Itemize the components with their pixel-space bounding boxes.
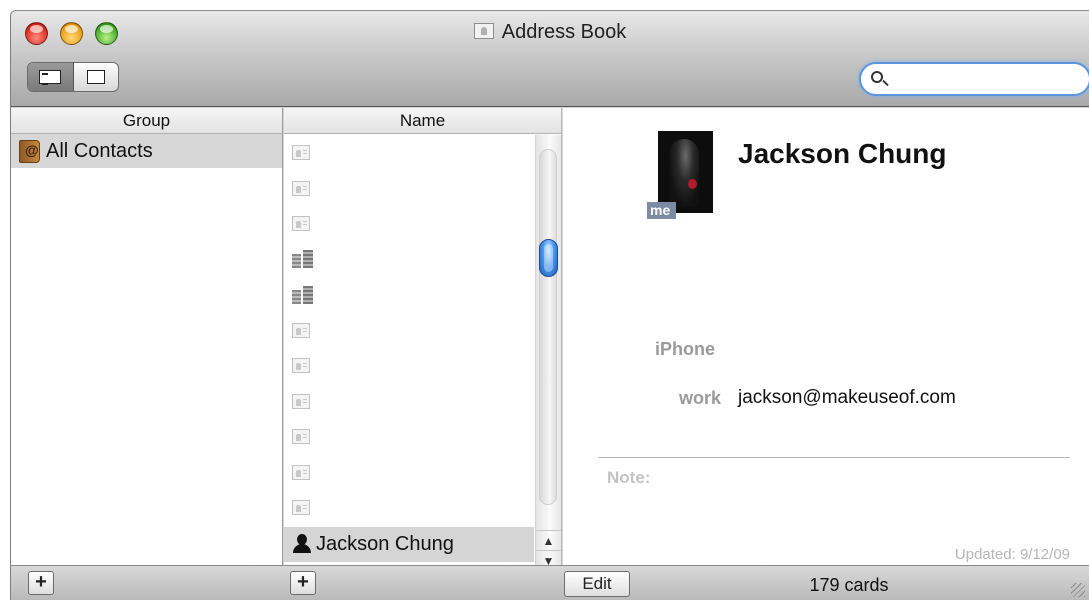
list-item[interactable] [284, 348, 534, 384]
contact-card-icon [292, 322, 310, 338]
contact-photo[interactable] [658, 131, 713, 213]
edit-button[interactable]: Edit [564, 571, 630, 597]
list-item[interactable] [284, 206, 534, 242]
contact-card-icon [292, 180, 310, 196]
email-label[interactable]: work [679, 388, 721, 409]
list-item[interactable] [284, 171, 534, 207]
name-column-header[interactable]: Name [284, 108, 561, 134]
contact-card-pane: me Jackson Chung iPhone work jackson@mak… [563, 108, 1089, 565]
address-book-proxy-icon [473, 23, 494, 39]
search-input[interactable] [891, 67, 1081, 91]
group-item-label: All Contacts [46, 139, 153, 162]
list-item-selected[interactable]: Jackson Chung [284, 526, 534, 562]
updated-timestamp: Updated: 9/12/09 [954, 546, 1070, 563]
list-card-view-button[interactable] [28, 63, 74, 91]
name-list: Jackson Chung [284, 135, 534, 565]
note-divider [598, 457, 1070, 458]
add-contact-button[interactable]: + [290, 571, 316, 595]
note-label[interactable]: Note: [607, 468, 650, 488]
view-mode-segmented-control [27, 62, 119, 92]
bottom-bar: + + Edit 179 cards [11, 565, 1089, 600]
contact-card-icon [292, 500, 310, 516]
contact-card-icon [292, 464, 310, 480]
contact-card-icon [292, 358, 310, 374]
resize-grip-icon[interactable] [1071, 583, 1085, 597]
contact-card-icon [292, 145, 310, 161]
window-title: Address Book [501, 21, 627, 43]
card-count: 179 cards [809, 575, 889, 595]
company-building-icon [292, 250, 314, 269]
window-title-wrap: Address Book [11, 21, 1089, 44]
add-group-button[interactable]: + [28, 571, 54, 595]
phone-label[interactable]: iPhone [655, 339, 715, 360]
name-column: Name Jackson Chung ▲ ▼ [284, 108, 562, 568]
address-book-icon [19, 139, 40, 163]
company-building-icon [292, 285, 314, 304]
contact-card-icon [292, 429, 310, 445]
selected-contact-name: Jackson Chung [316, 532, 454, 555]
card-only-view-button[interactable] [74, 63, 119, 91]
contact-card-icon [292, 393, 310, 409]
search-icon [871, 71, 883, 83]
person-silhouette-icon [292, 534, 312, 554]
title-bar: Address Book [11, 11, 1089, 107]
contact-photo-accent [688, 179, 697, 189]
me-badge: me [647, 202, 676, 219]
list-item[interactable] [284, 277, 534, 313]
list-item[interactable] [284, 490, 534, 526]
scrollbar-track[interactable] [539, 149, 557, 505]
list-item[interactable] [284, 384, 534, 420]
contact-card-icon [292, 216, 310, 232]
scroll-up-arrow-icon[interactable]: ▲ [536, 530, 561, 550]
contact-name: Jackson Chung [738, 138, 947, 169]
name-list-scrollbar[interactable]: ▲ ▼ [535, 135, 561, 568]
list-item[interactable] [284, 242, 534, 278]
list-card-view-icon [39, 70, 62, 85]
search-field[interactable] [859, 62, 1089, 96]
address-book-window: Address Book Group All Contacts Name [10, 10, 1089, 600]
list-item[interactable] [284, 135, 534, 171]
group-column-header[interactable]: Group [11, 108, 282, 134]
email-value[interactable]: jackson@makeuseof.com [738, 387, 956, 409]
list-item[interactable] [284, 455, 534, 491]
list-item[interactable] [284, 313, 534, 349]
contact-photo-figure [669, 139, 699, 207]
group-column: Group All Contacts [11, 108, 283, 565]
group-item-all-contacts[interactable]: All Contacts [11, 134, 282, 168]
list-item[interactable] [284, 419, 534, 455]
scrollbar-thumb[interactable] [539, 239, 558, 277]
card-only-view-icon [86, 70, 105, 84]
